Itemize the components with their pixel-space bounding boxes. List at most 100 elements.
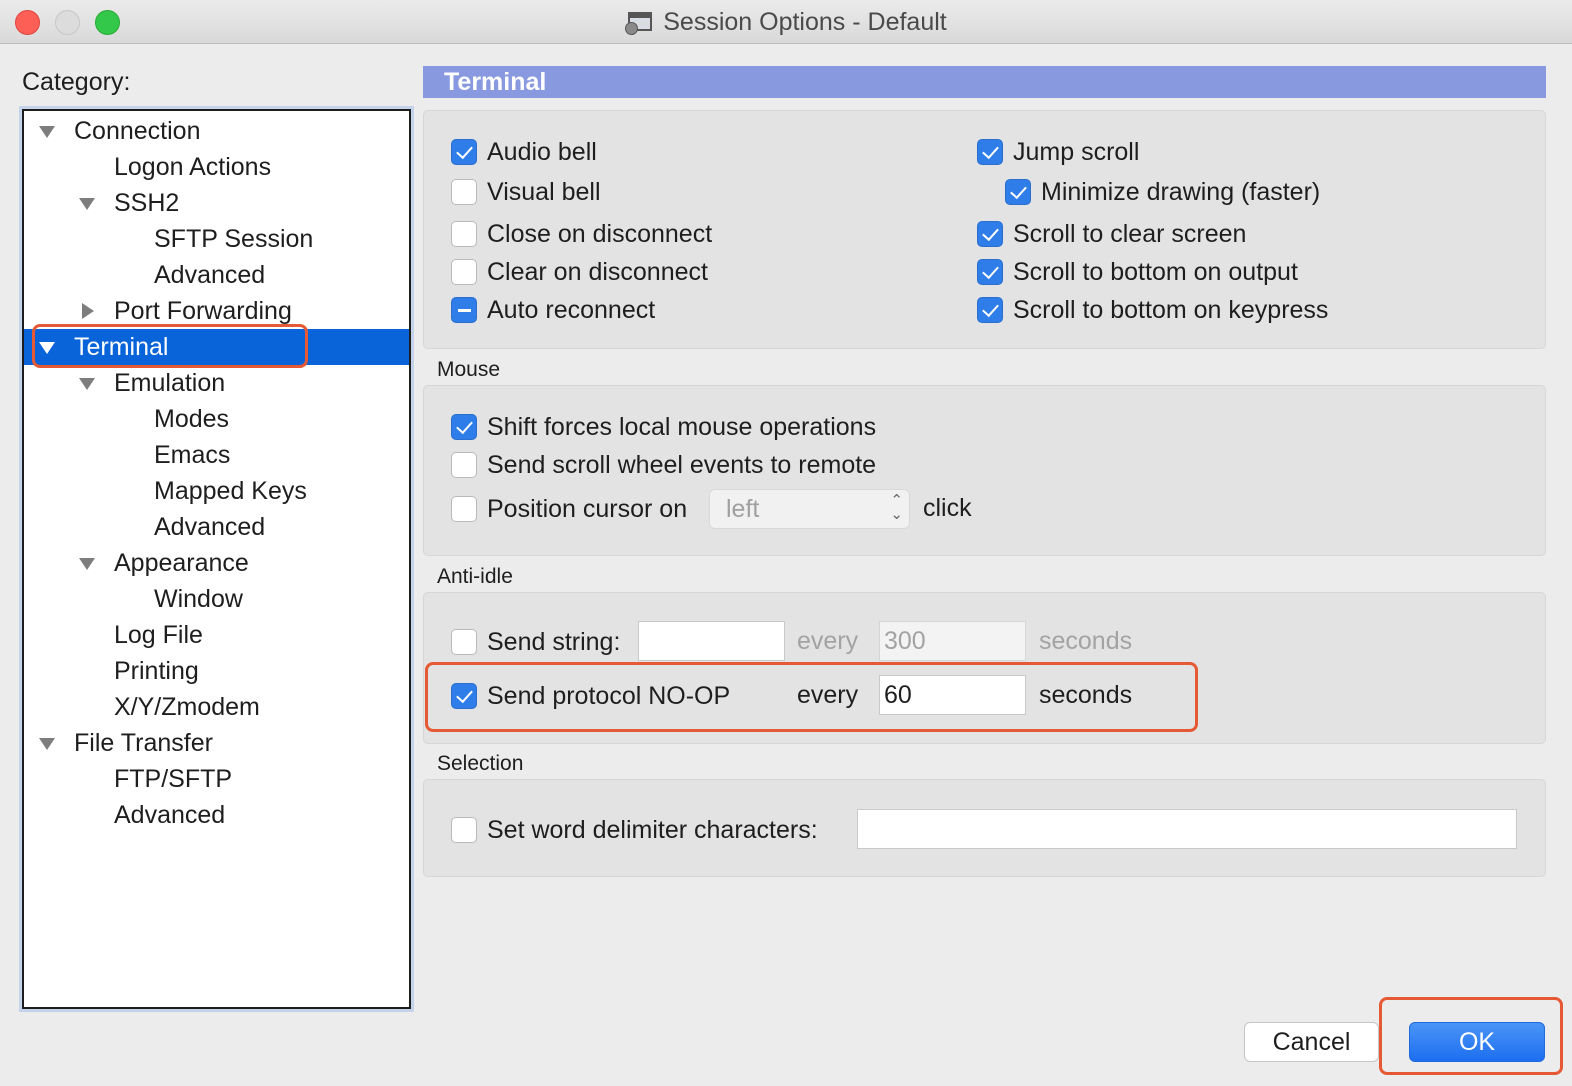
mouse-group-title: Mouse bbox=[437, 358, 501, 381]
tree-item-label: Emulation bbox=[114, 369, 226, 397]
tree-item[interactable]: FTP/SFTP bbox=[24, 761, 409, 797]
tree-item-label: Logon Actions bbox=[114, 153, 272, 181]
clear-on-disconnect-option[interactable]: Clear on disconnect bbox=[451, 255, 708, 289]
position-cursor-option[interactable]: Position cursor on bbox=[451, 492, 687, 526]
send-scroll-option[interactable]: Send scroll wheel events to remote bbox=[451, 448, 876, 482]
jump-scroll-option[interactable]: Jump scroll bbox=[977, 135, 1139, 169]
disclosure-expanded-icon[interactable] bbox=[77, 365, 97, 401]
tree-item[interactable]: Printing bbox=[24, 653, 409, 689]
tree-item[interactable]: Advanced bbox=[24, 509, 409, 545]
word-delim-option[interactable]: Set word delimiter characters: bbox=[451, 813, 818, 847]
highlight-terminal bbox=[32, 324, 308, 368]
scroll-clear-checkbox[interactable] bbox=[977, 221, 1003, 247]
position-cursor-checkbox[interactable] bbox=[451, 496, 477, 522]
disclosure-expanded-icon[interactable] bbox=[77, 545, 97, 581]
jump-scroll-label: Jump scroll bbox=[1013, 137, 1140, 166]
send-string-seconds-input[interactable]: 300 bbox=[879, 621, 1026, 661]
tree-item[interactable]: Emulation bbox=[24, 365, 409, 401]
disclosure-expanded-icon[interactable] bbox=[37, 725, 57, 761]
tree-item[interactable]: Connection bbox=[24, 113, 409, 149]
auto-reconnect-checkbox[interactable] bbox=[451, 297, 477, 323]
send-string-label: Send string: bbox=[487, 627, 621, 656]
scroll-keypress-option[interactable]: Scroll to bottom on keypress bbox=[977, 293, 1328, 327]
title-wrap: Session Options - Default bbox=[0, 0, 1572, 44]
word-delim-label: Set word delimiter characters: bbox=[487, 815, 818, 844]
minimize-drawing-checkbox[interactable] bbox=[1005, 179, 1031, 205]
panel-title: Terminal bbox=[444, 68, 547, 96]
tree-item-label: Log File bbox=[114, 621, 203, 649]
shift-forces-label: Shift forces local mouse operations bbox=[487, 412, 877, 441]
disclosure-expanded-icon[interactable] bbox=[37, 113, 57, 149]
close-on-disconnect-label: Close on disconnect bbox=[487, 219, 713, 248]
minimize-drawing-label: Minimize drawing (faster) bbox=[1041, 177, 1321, 206]
tree-item[interactable]: Appearance bbox=[24, 545, 409, 581]
scroll-clear-option[interactable]: Scroll to clear screen bbox=[977, 217, 1246, 251]
audio-bell-label: Audio bell bbox=[487, 137, 597, 166]
tree-item[interactable]: Advanced bbox=[24, 257, 409, 293]
close-on-disconnect-option[interactable]: Close on disconnect bbox=[451, 217, 712, 251]
chevron-updown-icon: ⌃ ⌄ bbox=[890, 492, 903, 523]
tree-item[interactable]: SSH2 bbox=[24, 185, 409, 221]
scroll-output-option[interactable]: Scroll to bottom on output bbox=[977, 255, 1298, 289]
tree-item-label: Emacs bbox=[154, 441, 231, 469]
position-cursor-suffix: click bbox=[923, 494, 972, 522]
scroll-keypress-label: Scroll to bottom on keypress bbox=[1013, 295, 1329, 324]
visual-bell-option[interactable]: Visual bell bbox=[451, 175, 601, 209]
cancel-button[interactable]: Cancel bbox=[1244, 1022, 1379, 1062]
category-tree[interactable]: Connection Logon Actions SSH2 SFTP Session A… bbox=[22, 109, 411, 1009]
tree-item-label: Modes bbox=[154, 405, 230, 433]
position-cursor-label: Position cursor on bbox=[487, 494, 688, 523]
tree-item-label: Advanced bbox=[114, 801, 226, 829]
category-label: Category: bbox=[22, 68, 131, 96]
tree-item-label: Connection bbox=[74, 117, 201, 145]
word-delim-input[interactable] bbox=[857, 809, 1517, 849]
tree-item-label: X/Y/Zmodem bbox=[114, 693, 260, 721]
highlight-noop bbox=[425, 662, 1198, 732]
tree-item[interactable]: Advanced bbox=[24, 797, 409, 833]
tree-item[interactable]: Mapped Keys bbox=[24, 473, 409, 509]
auto-reconnect-option[interactable]: Auto reconnect bbox=[451, 293, 655, 327]
visual-bell-checkbox[interactable] bbox=[451, 179, 477, 205]
tree-item-label: Window bbox=[154, 585, 243, 613]
tree-item-label: Printing bbox=[114, 657, 199, 685]
visual-bell-label: Visual bell bbox=[487, 177, 601, 206]
highlight-ok bbox=[1379, 997, 1563, 1075]
auto-reconnect-label: Auto reconnect bbox=[487, 295, 656, 324]
tree-item[interactable]: Logon Actions bbox=[24, 149, 409, 185]
tree-item-label: Mapped Keys bbox=[154, 477, 307, 505]
clear-on-disconnect-checkbox[interactable] bbox=[451, 259, 477, 285]
scroll-keypress-checkbox[interactable] bbox=[977, 297, 1003, 323]
position-cursor-select-value: left bbox=[726, 495, 760, 523]
session-options-window: Session Options - Default Category: Conn… bbox=[0, 0, 1572, 1086]
audio-bell-option[interactable]: Audio bell bbox=[451, 135, 597, 169]
word-delim-checkbox[interactable] bbox=[451, 817, 477, 843]
scroll-clear-label: Scroll to clear screen bbox=[1013, 219, 1247, 248]
send-string-option[interactable]: Send string: bbox=[451, 625, 620, 659]
jump-scroll-checkbox[interactable] bbox=[977, 139, 1003, 165]
close-on-disconnect-checkbox[interactable] bbox=[451, 221, 477, 247]
tree-item-label: File Transfer bbox=[74, 729, 213, 757]
disclosure-expanded-icon[interactable] bbox=[77, 185, 97, 221]
scroll-output-checkbox[interactable] bbox=[977, 259, 1003, 285]
audio-bell-checkbox[interactable] bbox=[451, 139, 477, 165]
panel-header: Terminal bbox=[423, 66, 1546, 98]
tree-item[interactable]: File Transfer bbox=[24, 725, 409, 761]
tree-item[interactable]: Modes bbox=[24, 401, 409, 437]
tree-item-label: Advanced bbox=[154, 261, 266, 289]
position-cursor-select[interactable]: left ⌃ ⌄ bbox=[709, 489, 910, 529]
session-icon bbox=[625, 8, 653, 36]
tree-item[interactable]: X/Y/Zmodem bbox=[24, 689, 409, 725]
tree-item[interactable]: Emacs bbox=[24, 437, 409, 473]
tree-item-label: Advanced bbox=[154, 513, 266, 541]
minimize-drawing-option[interactable]: Minimize drawing (faster) bbox=[1005, 175, 1320, 209]
send-string-input[interactable] bbox=[638, 621, 785, 661]
tree-item[interactable]: SFTP Session bbox=[24, 221, 409, 257]
send-scroll-checkbox[interactable] bbox=[451, 452, 477, 478]
send-string-checkbox[interactable] bbox=[451, 629, 477, 655]
tree-item-label: SFTP Session bbox=[154, 225, 314, 253]
tree-item[interactable]: Log File bbox=[24, 617, 409, 653]
send-string-every-label: every bbox=[797, 627, 859, 655]
shift-forces-option[interactable]: Shift forces local mouse operations bbox=[451, 410, 876, 444]
tree-item[interactable]: Window bbox=[24, 581, 409, 617]
shift-forces-checkbox[interactable] bbox=[451, 414, 477, 440]
